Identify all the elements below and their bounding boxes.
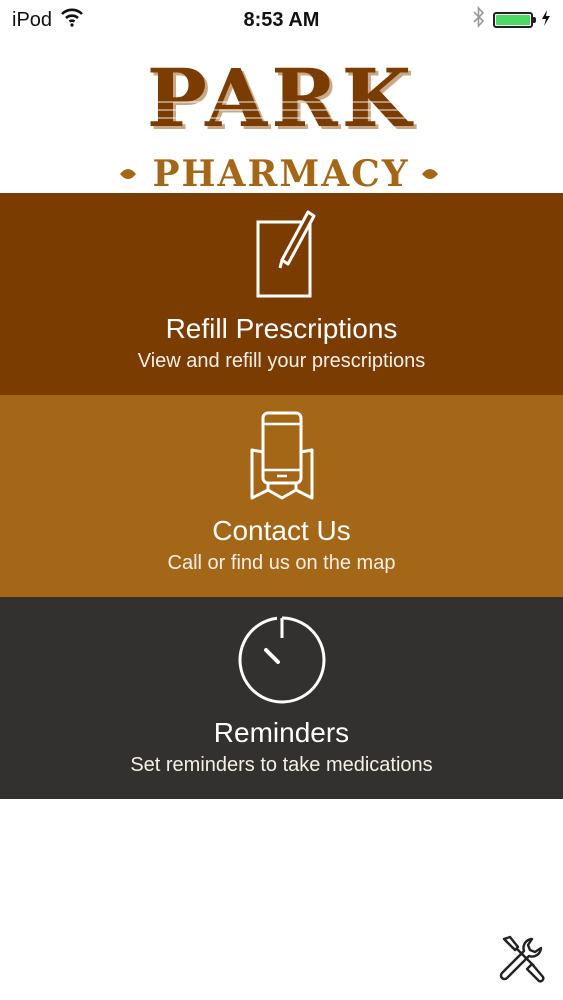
- park-pharmacy-logo: PARK PARK PHARMACY: [0, 40, 563, 193]
- reminders-title: Reminders: [213, 717, 350, 748]
- contact-us-button[interactable]: Contact Us Call or find us on the map: [0, 395, 563, 597]
- refill-prescriptions-button[interactable]: Refill Prescriptions View and refill you…: [0, 193, 563, 395]
- carrier-label: iPod: [12, 8, 53, 31]
- main-menu: Refill Prescriptions View and refill you…: [0, 193, 563, 799]
- wifi-icon: [60, 7, 84, 33]
- battery-fill: [496, 15, 530, 25]
- refill-subtitle: View and refill your prescriptions: [137, 350, 426, 372]
- refill-title: Refill Prescriptions: [165, 313, 398, 344]
- status-left: iPod: [12, 7, 84, 33]
- timer-icon: [232, 612, 332, 712]
- battery-icon: [493, 12, 536, 28]
- tools-button[interactable]: [496, 933, 548, 985]
- contact-title: Contact Us: [212, 515, 351, 546]
- status-bar: iPod 8:53 AM: [0, 0, 563, 40]
- reminders-button[interactable]: Reminders Set reminders to take medicati…: [0, 597, 563, 799]
- phone-map-icon: [232, 410, 332, 510]
- logo-park: PARK: [147, 51, 415, 145]
- logo-pharmacy: PHARMACY: [152, 153, 409, 193]
- ornament-left-icon: [120, 169, 136, 179]
- contact-subtitle: Call or find us on the map: [167, 552, 396, 574]
- tools-icon: [499, 935, 545, 983]
- bluetooth-icon: [473, 5, 485, 34]
- ornament-right-icon: [422, 169, 438, 179]
- charging-bolt-icon: [541, 9, 551, 32]
- notepad-pencil-icon: [232, 208, 332, 308]
- reminders-subtitle: Set reminders to take medications: [130, 754, 433, 776]
- status-right: [473, 5, 551, 34]
